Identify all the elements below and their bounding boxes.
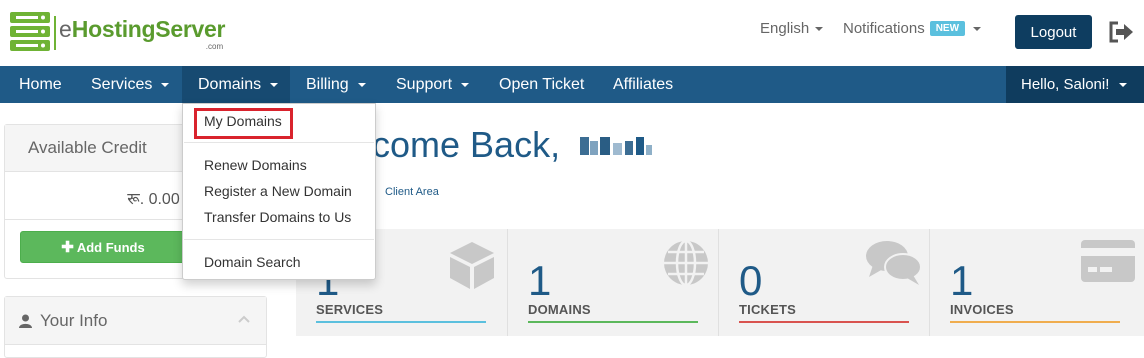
nav-domains[interactable]: Domains — [182, 66, 290, 103]
nav-support-label: Support — [396, 75, 453, 93]
credit-card-icon — [1081, 240, 1135, 282]
tile-domains[interactable]: 1 DOMAINS — [507, 229, 718, 336]
chevron-down-icon — [1119, 82, 1128, 87]
nav-support[interactable]: Support — [396, 66, 470, 103]
nav-services[interactable]: Services — [91, 66, 170, 103]
tickets-bar — [739, 321, 909, 323]
add-funds-label: Add Funds — [76, 239, 145, 255]
your-info-header[interactable]: Your Info — [5, 297, 266, 345]
new-badge: NEW — [929, 21, 966, 36]
domains-bar — [528, 321, 698, 323]
breadcrumb-client-area[interactable]: Client Area — [385, 186, 439, 198]
services-label: SERVICES — [316, 302, 384, 317]
nav-services-label: Services — [91, 75, 153, 93]
chevron-down-icon — [461, 82, 470, 87]
menu-item-label: Transfer Domains to Us — [204, 209, 352, 225]
menu-item-renew-domains[interactable]: Renew Domains — [183, 153, 375, 177]
logo-suffix: .com — [205, 41, 224, 51]
menu-divider — [184, 239, 374, 240]
header: eHostingServer .com English Notification… — [0, 0, 1144, 66]
language-selector[interactable]: English — [760, 20, 824, 37]
chevron-down-icon — [815, 26, 824, 31]
user-icon — [19, 314, 32, 328]
domains-label: DOMAINS — [528, 302, 591, 317]
page-title: come Back, — [372, 124, 653, 166]
nav-home-label: Home — [19, 75, 62, 93]
nav-affiliates[interactable]: Affiliates — [613, 66, 673, 103]
chevron-up-icon[interactable] — [238, 315, 250, 323]
logo-name: HostingServer — [71, 15, 226, 42]
user-greeting: Hello, Saloni! — [1021, 76, 1110, 93]
plus-icon: ✚ — [61, 239, 74, 256]
welcome-text: come Back, — [372, 124, 561, 165]
invoices-label: INVOICES — [950, 302, 1014, 317]
nav-open-ticket-label: Open Ticket — [499, 75, 585, 93]
logo[interactable]: eHostingServer .com — [8, 10, 225, 55]
logo-prefix: e — [59, 15, 72, 42]
chevron-down-icon — [161, 82, 170, 87]
tile-tickets[interactable]: 0 TICKETS — [718, 229, 929, 336]
sign-out-icon[interactable] — [1108, 20, 1134, 44]
nav-billing[interactable]: Billing — [306, 66, 366, 103]
user-menu[interactable]: Hello, Saloni! — [1006, 66, 1144, 103]
cube-icon — [450, 242, 494, 289]
domains-dropdown-menu: My Domains Renew Domains Register a New … — [182, 103, 376, 280]
tile-invoices[interactable]: 1 INVOICES — [929, 229, 1140, 336]
menu-item-register-domain[interactable]: Register a New Domain — [183, 179, 375, 203]
menu-item-label: Domain Search — [204, 254, 301, 270]
services-bar — [316, 321, 486, 323]
your-info-title: Your Info — [40, 310, 108, 330]
comments-icon — [866, 241, 922, 285]
breadcrumb[interactable]: Client Area — [385, 186, 439, 198]
tickets-label: TICKETS — [739, 302, 797, 317]
language-label: English — [760, 20, 810, 37]
stats-tiles: 1 SERVICES 1 DOMAINS 0 TICKETS 1 INVOICE… — [296, 229, 1144, 336]
redacted-username — [580, 137, 653, 155]
nav-affiliates-label: Affiliates — [613, 75, 674, 93]
nav-domains-label: Domains — [198, 75, 262, 93]
main-navbar: Home Services Domains Billing Support Op… — [0, 66, 1144, 103]
chevron-down-icon — [270, 82, 279, 87]
domains-count: 1 — [528, 257, 552, 304]
highlight-box — [194, 108, 293, 139]
menu-divider — [184, 142, 374, 143]
menu-item-label: Renew Domains — [204, 157, 307, 173]
tickets-count: 0 — [739, 257, 763, 304]
server-logo-icon — [10, 12, 50, 51]
nav-open-ticket[interactable]: Open Ticket — [499, 66, 584, 103]
nav-billing-label: Billing — [306, 75, 349, 93]
notifications-menu[interactable]: Notifications NEW — [843, 20, 982, 37]
menu-item-label: Register a New Domain — [204, 183, 352, 199]
notifications-label: Notifications — [843, 20, 925, 37]
invoices-count: 1 — [950, 257, 974, 304]
globe-icon — [664, 239, 708, 287]
menu-item-transfer-domains[interactable]: Transfer Domains to Us — [183, 205, 375, 229]
invoices-bar — [950, 321, 1120, 323]
nav-home[interactable]: Home — [19, 66, 62, 103]
add-funds-button[interactable]: ✚ Add Funds — [20, 231, 186, 263]
chevron-down-icon — [973, 26, 982, 31]
menu-item-domain-search[interactable]: Domain Search — [183, 250, 375, 274]
logo-text: eHostingServer .com — [54, 15, 226, 51]
logout-button[interactable]: Logout — [1015, 15, 1092, 49]
chevron-down-icon — [357, 82, 366, 87]
